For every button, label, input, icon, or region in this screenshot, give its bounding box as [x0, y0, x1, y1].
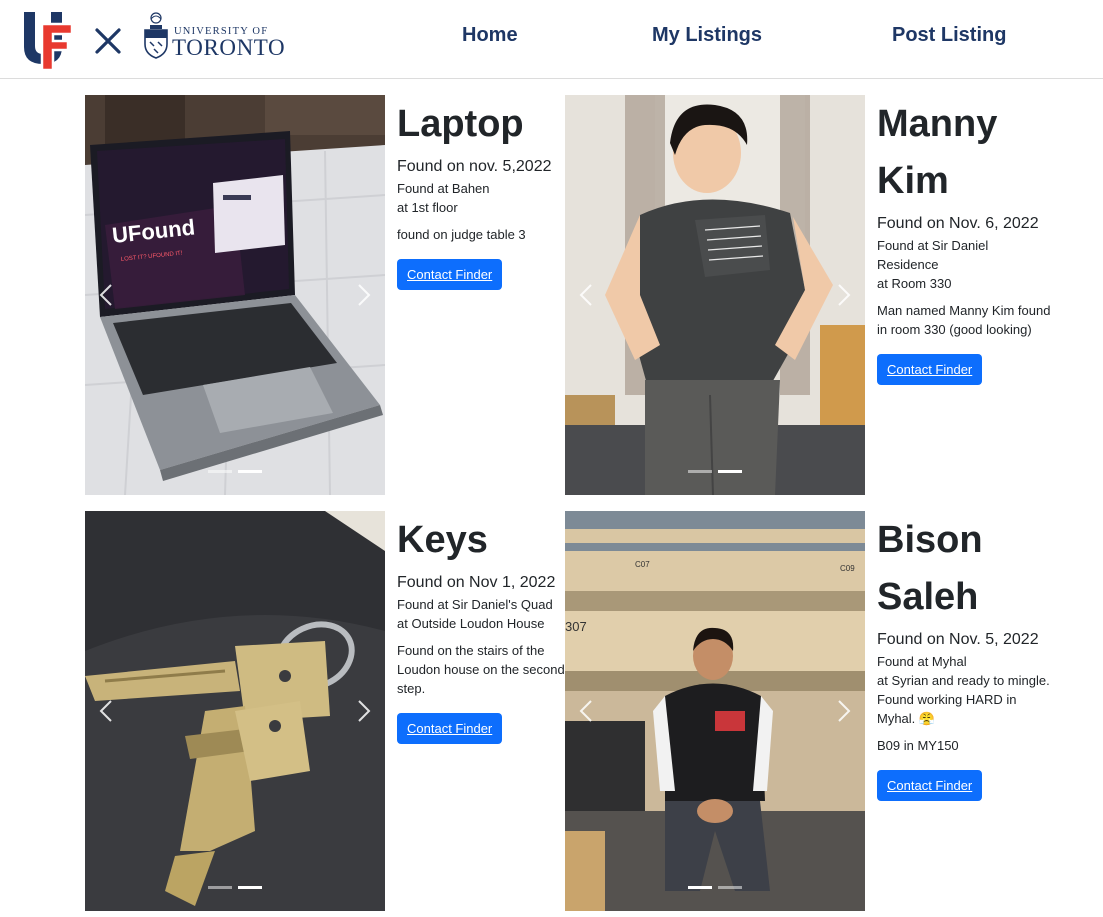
found-date: Found on Nov. 6, 2022 [877, 215, 1039, 232]
image-carousel[interactable]: UFound LOST IT? UFOUND IT! [85, 95, 385, 495]
navbar: UNIVERSITY OF TORONTO Home My Listings P… [0, 0, 1103, 79]
found-date: Found on Nov 1, 2022 [397, 574, 556, 591]
carousel-indicators [565, 470, 865, 473]
nav-my-listings-link[interactable]: My Listings [652, 24, 762, 47]
listing-description: Man named Manny Kim found in room 330 (g… [877, 303, 1051, 337]
found-location: Found at Sir Daniel's Quad [397, 597, 553, 612]
contact-finder-button[interactable]: Contact Finder [877, 354, 983, 385]
contact-finder-button[interactable]: Contact Finder [877, 770, 983, 801]
image-carousel[interactable] [565, 95, 865, 495]
carousel-next-icon[interactable] [827, 277, 859, 313]
carousel-prev-icon[interactable] [571, 693, 603, 729]
carousel-indicators [85, 886, 385, 889]
svg-text:307: 307 [565, 619, 587, 634]
card-body: Keys Found on Nov 1, 2022 Found at Sir D… [397, 511, 572, 744]
carousel-next-icon[interactable] [827, 693, 859, 729]
carousel-prev-icon[interactable] [571, 277, 603, 313]
carousel-indicator-active[interactable] [238, 886, 262, 889]
carousel-next-icon[interactable] [347, 693, 379, 729]
carousel-indicator-active[interactable] [718, 470, 742, 473]
listing-description: found on judge table 3 [397, 227, 526, 242]
found-location: Found at Bahen [397, 181, 490, 196]
carousel-indicator[interactable] [208, 886, 232, 889]
brand-logo[interactable]: UNIVERSITY OF TORONTO [22, 8, 294, 72]
nav-home-link[interactable]: Home [462, 24, 518, 47]
image-carousel[interactable]: C07 C09 307 [565, 511, 865, 911]
listing-card-keys: Keys Found on Nov 1, 2022 Found at Sir D… [85, 511, 565, 911]
person-photo: C07 C09 307 [565, 511, 865, 911]
listing-card-laptop: UFound LOST IT? UFOUND IT! Laptop Found … [85, 95, 565, 495]
listing-title: Laptop [397, 103, 524, 145]
listing-card-manny-kim: Manny Kim Found on Nov. 6, 2022 Found at… [565, 95, 1050, 495]
found-detail: at 1st floor [397, 200, 458, 215]
found-detail: at Syrian and ready to mingle. Found wor… [877, 673, 1050, 726]
carousel-indicator[interactable] [208, 470, 232, 473]
listing-title: Manny Kim [877, 103, 998, 202]
uoft-crest-icon [144, 12, 168, 59]
listing-title: Bison Saleh [877, 519, 983, 618]
card-body: Manny Kim Found on Nov. 6, 2022 Found at… [877, 95, 1052, 385]
carousel-indicator-active[interactable] [238, 470, 262, 473]
found-detail: at Room 330 [877, 276, 952, 291]
listing-description: Found on the stairs of the Loudon house … [397, 643, 565, 696]
listing-title: Keys [397, 519, 488, 561]
found-date: Found on nov. 5,2022 [397, 158, 552, 175]
contact-finder-button[interactable]: Contact Finder [397, 259, 503, 290]
laptop-photo: UFound LOST IT? UFOUND IT! [85, 95, 385, 495]
times-icon [95, 28, 121, 54]
image-carousel[interactable] [85, 511, 385, 911]
contact-finder-button[interactable]: Contact Finder [397, 713, 503, 744]
found-date: Found on Nov. 5, 2022 [877, 631, 1039, 648]
person-photo [565, 95, 865, 495]
uoft-wordmark: TORONTO [172, 35, 286, 60]
carousel-prev-icon[interactable] [91, 693, 123, 729]
carousel-prev-icon[interactable] [91, 277, 123, 313]
carousel-indicators [85, 470, 385, 473]
carousel-indicators [565, 886, 865, 889]
found-detail: at Outside Loudon House [397, 616, 545, 631]
listing-card-bison-saleh: C07 C09 307 Bison Saleh Found on Nov. 5,… [565, 511, 1050, 911]
carousel-indicator-active[interactable] [688, 886, 712, 889]
found-location: Found at Sir Daniel Residence [877, 238, 989, 272]
svg-text:C09: C09 [840, 564, 855, 573]
svg-text:C07: C07 [635, 560, 650, 569]
card-body: Bison Saleh Found on Nov. 5, 2022 Found … [877, 511, 1052, 801]
carousel-indicator[interactable] [688, 470, 712, 473]
nav-post-listing-link[interactable]: Post Listing [892, 24, 1006, 47]
card-body: Laptop Found on nov. 5,2022 Found at Bah… [397, 95, 572, 290]
carousel-next-icon[interactable] [347, 277, 379, 313]
keys-photo [85, 511, 385, 911]
listing-description: B09 in MY150 [877, 738, 959, 753]
uf-logo-icon [24, 12, 74, 70]
found-location: Found at Myhal [877, 654, 967, 669]
carousel-indicator[interactable] [718, 886, 742, 889]
